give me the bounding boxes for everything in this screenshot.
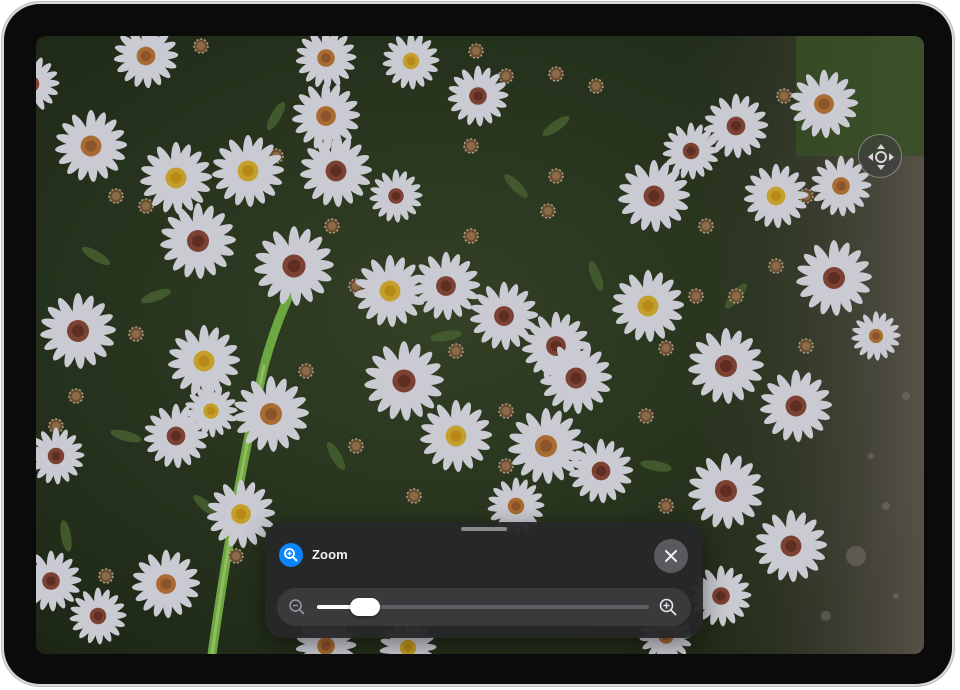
panel-grabber[interactable]	[461, 527, 507, 531]
zoom-control-panel: Zoom	[265, 522, 703, 638]
zoom-slider[interactable]	[317, 598, 649, 616]
move-window-handle[interactable]	[858, 134, 902, 178]
zoom-out-icon[interactable]	[287, 597, 307, 617]
move-arrows-icon	[868, 144, 894, 170]
panel-title: Zoom	[312, 547, 348, 562]
zoom-slider-container	[277, 588, 691, 626]
screen: Zoom	[36, 36, 924, 654]
zoom-magnifier-icon	[279, 543, 303, 567]
ipad-device-frame: Zoom	[4, 4, 952, 684]
zoom-in-icon[interactable]	[657, 596, 679, 618]
close-icon	[665, 550, 677, 562]
close-button[interactable]	[654, 539, 688, 573]
zoom-slider-thumb[interactable]	[350, 598, 381, 616]
